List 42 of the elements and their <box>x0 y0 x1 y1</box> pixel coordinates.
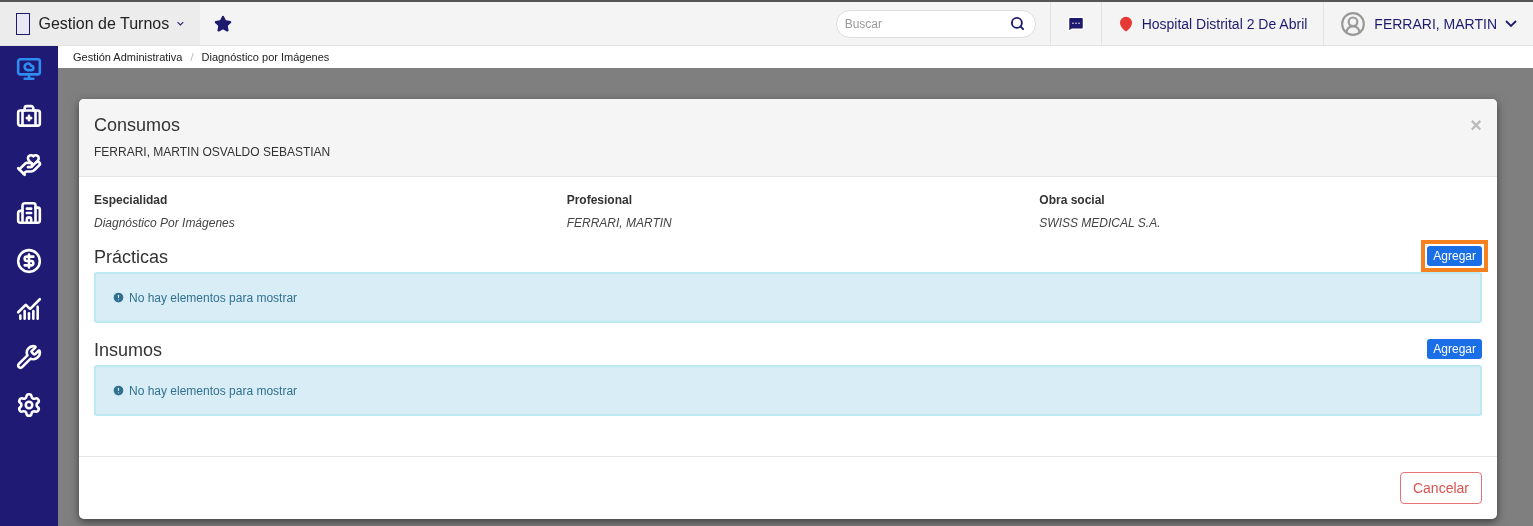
location-name: Hospital Distrital 2 De Abril <box>1141 15 1308 32</box>
section-title: Insumos <box>94 340 163 361</box>
alert-icon <box>112 384 125 397</box>
add-button[interactable]: Agregar <box>1427 339 1482 359</box>
chevron-down-icon <box>1505 20 1517 27</box>
map-pin-icon <box>1117 15 1134 32</box>
avatar-icon <box>1340 10 1367 37</box>
hands-heart-icon[interactable] <box>16 152 42 178</box>
empty-message: No hay elementos para mostrar <box>129 383 298 398</box>
field-value: FERRARI, MARTIN <box>566 216 673 230</box>
cloud-monitor-icon[interactable] <box>16 56 42 82</box>
breadcrumb-link[interactable]: Gestión Administrativa <box>73 51 183 63</box>
app-selector[interactable]: Gestion de Turnos <box>0 2 200 45</box>
location-selector[interactable]: Hospital Distrital 2 De Abril <box>1100 2 1324 45</box>
breadcrumb-link[interactable]: Diagnóstico por Imágenes <box>201 51 330 63</box>
search-icon[interactable] <box>1009 16 1025 31</box>
user-menu[interactable]: FERRARI, MARTIN <box>1323 2 1533 45</box>
field-label: Profesional <box>566 193 633 207</box>
chat-icon[interactable] <box>1066 14 1085 33</box>
star-icon[interactable] <box>214 14 232 33</box>
field-label: Especialidad <box>94 193 169 207</box>
field-value: SWISS MEDICAL S.A. <box>1039 216 1162 230</box>
modal-title: Consumos <box>94 115 182 136</box>
chart-icon[interactable] <box>16 296 42 322</box>
cancel-button[interactable]: Cancelar <box>1399 472 1482 504</box>
alert-icon <box>112 291 125 304</box>
chevron-down-icon <box>177 20 184 27</box>
add-button[interactable]: Agregar <box>1427 246 1482 266</box>
breadcrumb-separator: / <box>190 51 194 63</box>
section-title: Prácticas <box>94 247 169 268</box>
user-name: FERRARI, MARTIN <box>1374 15 1497 32</box>
empty-message: No hay elementos para mostrar <box>129 290 298 305</box>
app-title: Gestion de Turnos <box>38 14 170 33</box>
settings-icon[interactable] <box>16 392 42 418</box>
medical-kit-icon[interactable] <box>16 104 42 130</box>
dollar-icon[interactable] <box>16 248 42 274</box>
field-value: Diagnóstico Por Imágenes <box>94 216 236 230</box>
tools-icon[interactable] <box>16 344 42 370</box>
patient-name: FERRARI, MARTIN OSVALDO SEBASTIAN <box>94 145 331 159</box>
building-icon[interactable] <box>16 200 42 226</box>
field-label: Obra social <box>1039 193 1106 207</box>
search-box[interactable]: Buscar <box>835 9 1036 38</box>
